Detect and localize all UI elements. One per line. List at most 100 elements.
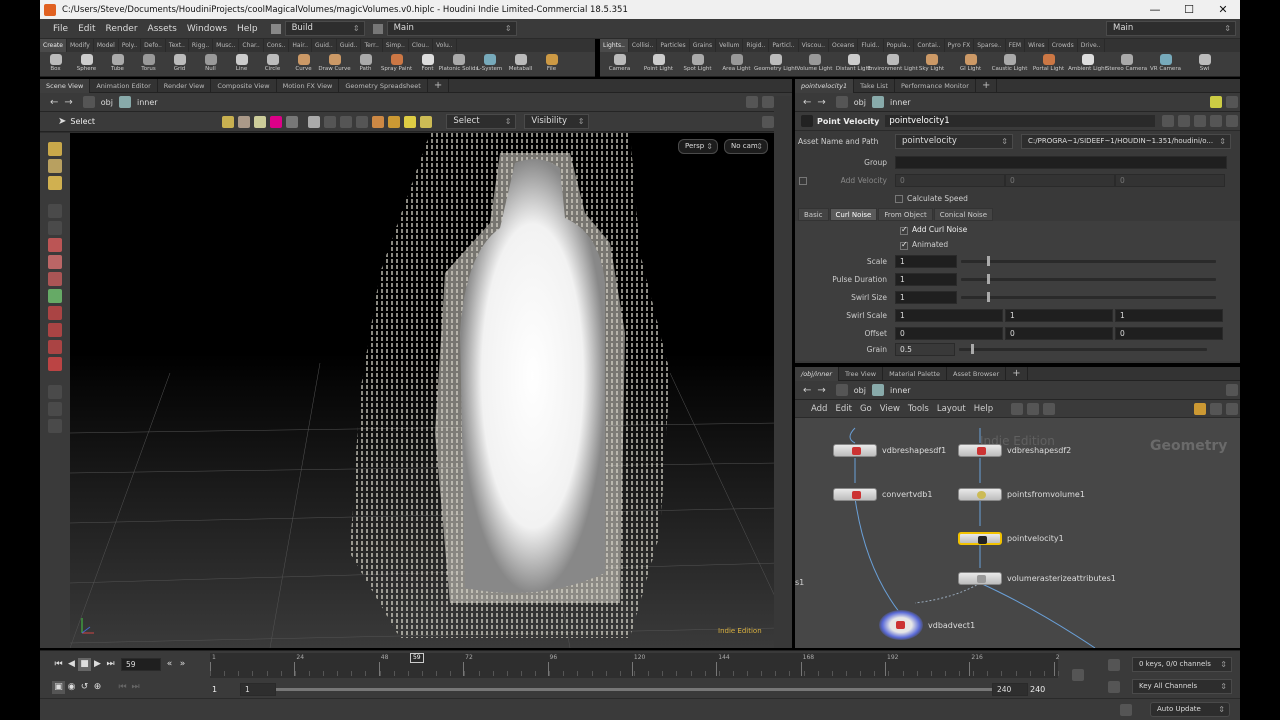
- timeline-ruler[interactable]: 1 24 48 72 96 120 144 168 192 216 2 59: [210, 653, 1060, 678]
- left-tool-7[interactable]: Circle: [257, 52, 288, 72]
- left-tool-5[interactable]: Null: [195, 52, 226, 72]
- net-menu-tools[interactable]: Tools: [904, 404, 933, 414]
- align-icon[interactable]: [48, 323, 62, 337]
- param-info-icon[interactable]: [1210, 115, 1222, 127]
- tab-pointvelocity1[interactable]: pointvelocity1: [795, 78, 855, 93]
- calc-speed-checkbox[interactable]: [895, 195, 903, 203]
- grain-slider[interactable]: [959, 343, 1207, 354]
- animated-checkbox[interactable]: [900, 240, 908, 250]
- net-menu-edit[interactable]: Edit: [831, 404, 855, 414]
- left-tab-16[interactable]: Volu..: [433, 39, 457, 52]
- add-velocity-z[interactable]: 0: [1115, 173, 1225, 187]
- subtab-conical-noise[interactable]: Conical Noise: [933, 208, 993, 221]
- pose-icon[interactable]: [48, 176, 62, 190]
- menu-assets[interactable]: Assets: [143, 24, 182, 34]
- add-velocity-checkbox[interactable]: [799, 177, 807, 185]
- left-tab-8[interactable]: Char..: [239, 39, 264, 52]
- right-tool-4[interactable]: Geometry Light: [754, 52, 797, 72]
- slider-knob[interactable]: [986, 255, 990, 266]
- desktop-dropdown[interactable]: Build: [284, 21, 365, 36]
- breadcrumb-obj[interactable]: obj: [97, 98, 117, 107]
- status-icon[interactable]: [1120, 704, 1132, 716]
- wrench-icon[interactable]: [1011, 402, 1024, 415]
- play-forward-icon[interactable]: ▶: [91, 658, 104, 671]
- viewport[interactable]: Persp No cam Indie Edition: [70, 133, 778, 648]
- laser-select-icon[interactable]: [356, 115, 369, 128]
- auto-update-dropdown[interactable]: Auto Update: [1150, 702, 1230, 717]
- right-tab-15[interactable]: Wires: [1025, 39, 1049, 52]
- grain-field[interactable]: 0.5: [895, 342, 955, 356]
- right-tab-6[interactable]: Particl..: [769, 39, 799, 52]
- param-gear-icon[interactable]: [1162, 115, 1174, 127]
- maximize-button[interactable]: ☐: [1172, 3, 1206, 16]
- range-start-field[interactable]: 1: [240, 683, 276, 696]
- left-tab-7[interactable]: Musc..: [213, 39, 240, 52]
- left-tab-6[interactable]: Rigg..: [189, 39, 214, 52]
- net-display-icon[interactable]: [1194, 402, 1206, 415]
- add-velocity-y[interactable]: 0: [1005, 173, 1115, 187]
- node-pointvelocity1[interactable]: pointvelocity1: [958, 532, 1064, 545]
- param-help-icon[interactable]: [1226, 115, 1238, 127]
- left-tool-4[interactable]: Grid: [164, 52, 195, 72]
- offset-y[interactable]: 0: [1005, 326, 1113, 340]
- add-velocity-x[interactable]: 0: [895, 173, 1005, 187]
- visibility-dropdown[interactable]: Visibility: [524, 114, 590, 129]
- right-main-dropdown[interactable]: Main: [1106, 21, 1236, 36]
- tab-tree-view[interactable]: Tree View: [839, 366, 884, 381]
- camera-dropdown[interactable]: No cam: [724, 139, 768, 154]
- left-tool-9[interactable]: Draw Curve: [318, 52, 351, 72]
- asset-path-field[interactable]: C:/PROGRA~1/SIDEEF~1/HOUDIN~1.351/houdin…: [1021, 133, 1231, 149]
- left-tool-10[interactable]: Path: [350, 52, 381, 72]
- slider-knob[interactable]: [986, 291, 990, 302]
- select-visible-icon[interactable]: [404, 115, 417, 128]
- left-tool-14[interactable]: L-System: [474, 52, 505, 72]
- right-tab-3[interactable]: Grains: [690, 39, 717, 52]
- param-search-icon[interactable]: [1194, 115, 1206, 127]
- right-tab-4[interactable]: Vellum: [716, 39, 744, 52]
- add-net-tab-icon[interactable]: +: [1006, 366, 1028, 381]
- key-channels-dropdown[interactable]: Key All Channels: [1132, 679, 1232, 694]
- frame-field[interactable]: 59: [121, 658, 161, 671]
- node-vdbadvect1-box[interactable]: [879, 610, 923, 640]
- right-tool-9[interactable]: GI Light: [951, 52, 990, 72]
- left-tool-13[interactable]: Platonic Solids: [439, 52, 478, 72]
- keys-icon[interactable]: [1108, 659, 1120, 671]
- right-tab-8[interactable]: Oceans: [829, 39, 859, 52]
- range-end[interactable]: 240: [1030, 685, 1045, 694]
- right-tab-9[interactable]: Fluid..: [858, 39, 884, 52]
- grid-icon[interactable]: [1043, 402, 1056, 415]
- menu-help[interactable]: Help: [232, 24, 263, 34]
- tab-obj-inner[interactable]: /obj/inner: [795, 366, 840, 381]
- jump-start-icon[interactable]: ⏮: [52, 658, 65, 671]
- curl-row-slider[interactable]: [961, 255, 1216, 266]
- keys-info-dropdown[interactable]: 0 keys, 0/0 channels: [1132, 657, 1232, 672]
- box-select-icon[interactable]: [308, 115, 321, 128]
- left-tool-0[interactable]: Box: [40, 52, 71, 72]
- node-pointsfromvolume1-box[interactable]: [958, 488, 1002, 501]
- right-tab-0[interactable]: Lights..: [600, 39, 629, 52]
- offset-z[interactable]: 0: [1115, 326, 1223, 340]
- net-breadcrumb-obj[interactable]: obj: [850, 386, 870, 395]
- left-tab-0[interactable]: Create: [40, 39, 67, 52]
- node-convertvdb1-box[interactable]: [833, 488, 877, 501]
- next-key-icon[interactable]: »: [176, 658, 189, 671]
- left-tool-15[interactable]: Metaball: [505, 52, 536, 72]
- right-tab-7[interactable]: Viscou..: [799, 39, 829, 52]
- tab-motion-fx-view[interactable]: Motion FX View: [277, 78, 340, 93]
- right-tool-14[interactable]: VR Camera: [1146, 52, 1185, 72]
- left-tool-2[interactable]: Tube: [102, 52, 133, 72]
- subtab-basic[interactable]: Basic: [798, 208, 829, 221]
- swirl-scale-y[interactable]: 1: [1005, 308, 1113, 322]
- add-param-tab-icon[interactable]: +: [976, 78, 998, 93]
- left-tab-4[interactable]: Defo..: [141, 39, 166, 52]
- curl-row-field[interactable]: 1: [895, 290, 957, 304]
- menu-render[interactable]: Render: [101, 24, 143, 34]
- left-tab-11[interactable]: Guid..: [312, 39, 337, 52]
- left-tab-13[interactable]: Terr..: [361, 39, 383, 52]
- group-field[interactable]: [895, 155, 1227, 169]
- left-tab-2[interactable]: Model: [94, 39, 119, 52]
- right-tool-13[interactable]: Stereo Camera: [1106, 52, 1147, 72]
- tab-asset-browser[interactable]: Asset Browser: [947, 366, 1007, 381]
- curl-row-field[interactable]: 1: [895, 254, 957, 268]
- node-vdbreshapesdf1-box[interactable]: [833, 444, 877, 457]
